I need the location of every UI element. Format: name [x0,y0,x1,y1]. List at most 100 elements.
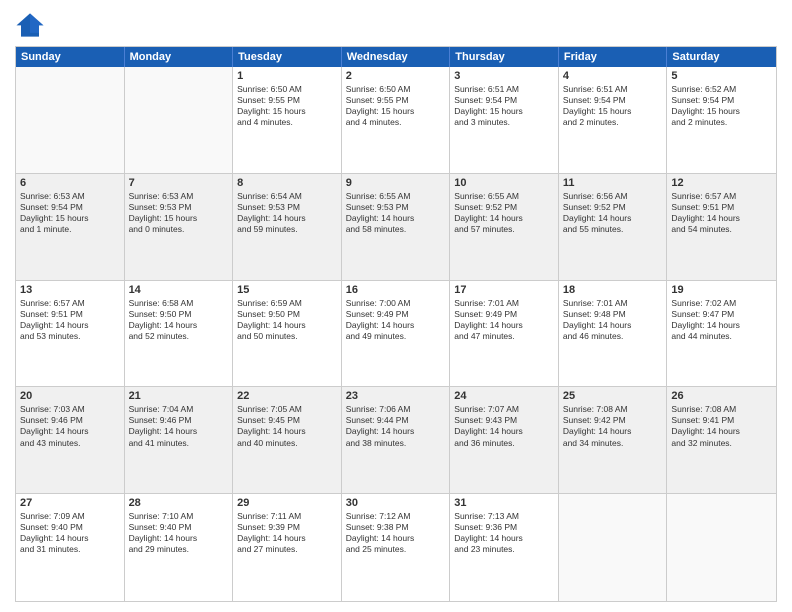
day-number: 29 [237,497,337,509]
cell-info-line: Sunset: 9:54 PM [563,95,663,106]
cell-info-line: and 4 minutes. [237,117,337,128]
day-number: 30 [346,497,446,509]
cell-info-line: Sunset: 9:52 PM [563,202,663,213]
cell-info-line: Sunrise: 7:07 AM [454,404,554,415]
cell-info-line: Daylight: 15 hours [346,106,446,117]
cell-info-line: Sunset: 9:36 PM [454,522,554,533]
cell-info-line: Sunset: 9:53 PM [237,202,337,213]
cell-info-line: Sunrise: 6:55 AM [454,191,554,202]
cell-info-line: Sunrise: 7:01 AM [563,298,663,309]
cell-info-line: Sunrise: 7:02 AM [671,298,772,309]
day-cell-23: 23Sunrise: 7:06 AMSunset: 9:44 PMDayligh… [342,387,451,493]
day-number: 3 [454,70,554,82]
cell-info-line: and 4 minutes. [346,117,446,128]
day-cell-17: 17Sunrise: 7:01 AMSunset: 9:49 PMDayligh… [450,281,559,387]
cell-info-line: Daylight: 14 hours [237,213,337,224]
cell-info-line: Sunrise: 7:05 AM [237,404,337,415]
cell-info-line: and 23 minutes. [454,544,554,555]
cell-info-line: Sunset: 9:50 PM [237,309,337,320]
week-row-4: 20 Sunrise: 7:03 AM Sunset: 9:46 PM Dayligh… [16,387,776,494]
cell-info-line: Sunrise: 6:51 AM [563,84,663,95]
cell-info-line: and 38 minutes. [346,438,446,449]
day-number: 2 [346,70,446,82]
cell-info-line: Daylight: 15 hours [237,106,337,117]
day-cell-5: 5Sunrise: 6:52 AMSunset: 9:54 PMDaylight… [667,67,776,173]
day-cell-13: 13Sunrise: 6:57 AMSunset: 9:51 PMDayligh… [16,281,125,387]
day-number: 16 [346,284,446,296]
cell-info-line: Sunset: 9:55 PM [346,95,446,106]
cell-info-line: Daylight: 14 hours [346,426,446,437]
cell-info-line: and 27 minutes. [237,544,337,555]
cell-info-line: and 0 minutes. [129,224,229,235]
cell-info-line: Sunrise: 7:13 AM [454,511,554,522]
cell-info-line: Sunrise: 7:08 AM [563,404,663,415]
empty-cell [16,67,125,173]
cell-info-line: Sunset: 9:50 PM [129,309,229,320]
cell-info-line: Daylight: 14 hours [563,320,663,331]
cell-info-line: Daylight: 14 hours [129,320,229,331]
cell-info-line: Sunrise: 7:10 AM [129,511,229,522]
day-number: 18 [563,284,663,296]
cell-info-line: and 49 minutes. [346,331,446,342]
day-number: 15 [237,284,337,296]
cell-info-line: and 34 minutes. [563,438,663,449]
cell-info-line: and 53 minutes. [20,331,120,342]
cell-info-line: Daylight: 14 hours [20,320,120,331]
day-cell-14: 14Sunrise: 6:58 AMSunset: 9:50 PMDayligh… [125,281,234,387]
cell-info-line: Sunset: 9:38 PM [346,522,446,533]
day-number: 21 [129,390,229,402]
day-number: 6 [20,177,120,189]
cell-info-line: Sunrise: 7:03 AM [20,404,120,415]
cell-info-line: Sunset: 9:54 PM [20,202,120,213]
cell-info-line: Daylight: 14 hours [237,533,337,544]
header-day-saturday: Saturday [667,47,776,67]
cell-info-line: Sunset: 9:52 PM [454,202,554,213]
cell-info-line: Sunset: 9:40 PM [20,522,120,533]
cell-info-line: Sunrise: 6:55 AM [346,191,446,202]
cell-info-line: and 57 minutes. [454,224,554,235]
day-cell-30: 30Sunrise: 7:12 AMSunset: 9:38 PMDayligh… [342,494,451,601]
day-cell-12: 12Sunrise: 6:57 AMSunset: 9:51 PMDayligh… [667,174,776,280]
day-cell-20: 20Sunrise: 7:03 AMSunset: 9:46 PMDayligh… [16,387,125,493]
day-cell-3: 3Sunrise: 6:51 AMSunset: 9:54 PMDaylight… [450,67,559,173]
day-cell-19: 19Sunrise: 7:02 AMSunset: 9:47 PMDayligh… [667,281,776,387]
day-cell-18: 18Sunrise: 7:01 AMSunset: 9:48 PMDayligh… [559,281,668,387]
day-cell-27: 27Sunrise: 7:09 AMSunset: 9:40 PMDayligh… [16,494,125,601]
cell-info-line: Sunrise: 6:52 AM [671,84,772,95]
cell-info-line: and 3 minutes. [454,117,554,128]
cell-info-line: Daylight: 14 hours [671,213,772,224]
cell-info-line: Sunset: 9:51 PM [20,309,120,320]
header-day-thursday: Thursday [450,47,559,67]
cell-info-line: and 32 minutes. [671,438,772,449]
cell-info-line: Sunset: 9:41 PM [671,415,772,426]
cell-info-line: and 52 minutes. [129,331,229,342]
day-cell-9: 9Sunrise: 6:55 AMSunset: 9:53 PMDaylight… [342,174,451,280]
cell-info-line: Sunset: 9:44 PM [346,415,446,426]
cell-info-line: and 50 minutes. [237,331,337,342]
cell-info-line: Sunset: 9:43 PM [454,415,554,426]
day-number: 19 [671,284,772,296]
day-cell-11: 11Sunrise: 6:56 AMSunset: 9:52 PMDayligh… [559,174,668,280]
cell-info-line: Sunrise: 7:00 AM [346,298,446,309]
cell-info-line: Daylight: 15 hours [563,106,663,117]
cell-info-line: and 31 minutes. [20,544,120,555]
cell-info-line: Sunrise: 6:54 AM [237,191,337,202]
cell-info-line: Daylight: 14 hours [454,320,554,331]
week-row-2: 6Sunrise: 6:53 AMSunset: 9:54 PMDaylight… [16,174,776,281]
day-number: 20 [20,390,120,402]
cell-info-line: Daylight: 15 hours [671,106,772,117]
day-number: 1 [237,70,337,82]
cell-info-line: Sunset: 9:53 PM [346,202,446,213]
day-cell-16: 16Sunrise: 7:00 AMSunset: 9:49 PMDayligh… [342,281,451,387]
cell-info-line: Sunset: 9:46 PM [129,415,229,426]
day-number: 10 [454,177,554,189]
empty-cell [559,494,668,601]
cell-info-line: Daylight: 14 hours [346,320,446,331]
cell-info-line: Sunrise: 7:04 AM [129,404,229,415]
day-number: 9 [346,177,446,189]
day-cell-4: 4Sunrise: 6:51 AMSunset: 9:54 PMDaylight… [559,67,668,173]
cell-info-line: Daylight: 14 hours [20,426,120,437]
day-number: 12 [671,177,772,189]
cell-info-line: Daylight: 15 hours [454,106,554,117]
cell-info-line: Sunset: 9:49 PM [454,309,554,320]
